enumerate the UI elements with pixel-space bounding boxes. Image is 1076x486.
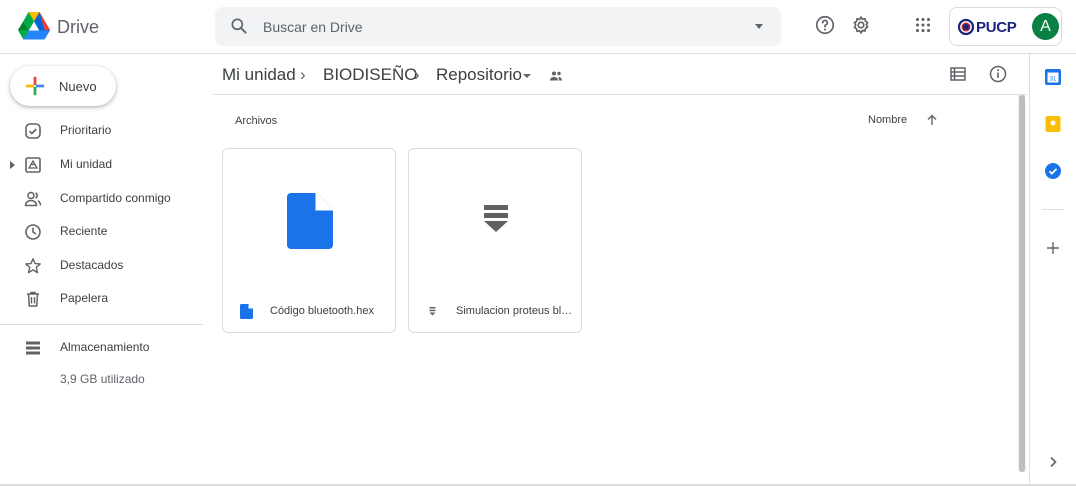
sort-by-button[interactable]: Nombre [868, 114, 907, 126]
org-name: PUCP [976, 19, 1017, 36]
shared-with-me-icon [24, 191, 42, 207]
shared-folder-people-icon[interactable] [549, 69, 563, 83]
proteus-icon [484, 205, 508, 232]
search-options-dropdown-icon[interactable] [755, 24, 763, 29]
file-card[interactable]: Simulacion proteus bluetooth [408, 148, 582, 333]
app-name[interactable]: Drive [57, 17, 99, 38]
list-view-icon[interactable] [948, 64, 968, 84]
calendar-icon[interactable]: 31 [1044, 68, 1062, 86]
side-panel-divider [1042, 209, 1064, 210]
new-button[interactable]: Nuevo [10, 66, 116, 106]
sidebar-item-label: Reciente [60, 224, 108, 238]
info-icon[interactable] [988, 64, 1008, 84]
drive-logo-icon[interactable] [18, 12, 50, 40]
sort-ascending-arrow-icon[interactable] [925, 113, 939, 127]
sidebar-item-storage[interactable]: Almacenamiento [0, 332, 205, 364]
sidebar-item-my-drive[interactable]: Mi unidad [0, 149, 205, 181]
doc-icon [240, 304, 253, 319]
sidebar-item-recent[interactable]: Reciente [0, 216, 205, 248]
plus-icon [25, 76, 45, 96]
pucp-logo-icon [957, 18, 975, 36]
star-icon [25, 258, 41, 274]
breadcrumb-separator-icon: › [414, 65, 420, 84]
chevron-right-icon[interactable] [1044, 453, 1062, 471]
sidebar-item-label: Prioritario [60, 123, 112, 137]
add-addon-plus-icon[interactable] [1044, 239, 1062, 257]
file-card[interactable]: Código bluetooth.hex [222, 148, 396, 333]
sidebar-item-label: Compartido conmigo [60, 191, 171, 205]
sidebar-item-starred[interactable]: Destacados [0, 250, 205, 282]
avatar[interactable]: A [1032, 13, 1059, 40]
sidebar: Nuevo Prioritario Mi unidad Compartido c… [0, 54, 212, 486]
trash-icon [27, 291, 39, 307]
scrollbar-thumb[interactable] [1019, 95, 1025, 472]
sidebar-item-label: Papelera [60, 291, 109, 305]
toolbar-divider [213, 94, 1027, 95]
account-switcher[interactable]: PUCP A [949, 7, 1062, 46]
file-name: Simulacion proteus bluetooth [456, 305, 574, 317]
sidebar-item-trash[interactable]: Papelera [0, 283, 205, 315]
top-bar: Drive PUCP A [0, 0, 1076, 54]
breadcrumb-repositorio[interactable]: Repositorio [436, 65, 522, 85]
sidebar-item-label: Destacados [60, 258, 124, 272]
expand-arrow-icon[interactable] [10, 161, 15, 169]
breadcrumb-separator-icon: › [300, 65, 306, 84]
folder-menu-dropdown-icon[interactable] [523, 74, 531, 78]
search-input[interactable] [263, 7, 723, 46]
sidebar-item-label: Almacenamiento [60, 340, 150, 354]
sidebar-item-shared-with-me[interactable]: Compartido conmigo [0, 183, 205, 215]
search-bar[interactable] [215, 7, 781, 46]
scrollbar[interactable] [1018, 95, 1026, 472]
keep-icon[interactable] [1044, 115, 1062, 133]
settings-gear-icon[interactable] [850, 14, 872, 36]
sidebar-divider [0, 324, 203, 325]
sidebar-item-priority[interactable]: Prioritario [0, 115, 205, 147]
file-preview[interactable] [223, 149, 395, 289]
svg-text:31: 31 [1050, 77, 1057, 83]
file-name: Código bluetooth.hex [270, 305, 374, 317]
help-icon[interactable] [814, 14, 836, 36]
tasks-icon[interactable] [1044, 162, 1062, 180]
proteus-icon [429, 307, 436, 316]
file-preview[interactable] [409, 149, 581, 289]
doc-icon [287, 193, 333, 249]
breadcrumb-my-drive[interactable]: Mi unidad [222, 65, 296, 85]
search-icon[interactable] [229, 16, 249, 36]
storage-used-text: 3,9 GB utilizado [60, 372, 145, 386]
priority-icon [25, 123, 41, 139]
section-title: Archivos [235, 115, 278, 127]
breadcrumb-biodiseno[interactable]: BIODISEÑO [323, 65, 417, 85]
new-button-label: Nuevo [59, 79, 97, 94]
apps-grid-icon[interactable] [912, 14, 934, 36]
sidebar-item-label: Mi unidad [60, 157, 113, 171]
my-drive-icon [25, 157, 41, 173]
storage-icon [26, 341, 40, 355]
side-panel: 31 [1029, 54, 1076, 486]
clock-icon [25, 224, 41, 240]
